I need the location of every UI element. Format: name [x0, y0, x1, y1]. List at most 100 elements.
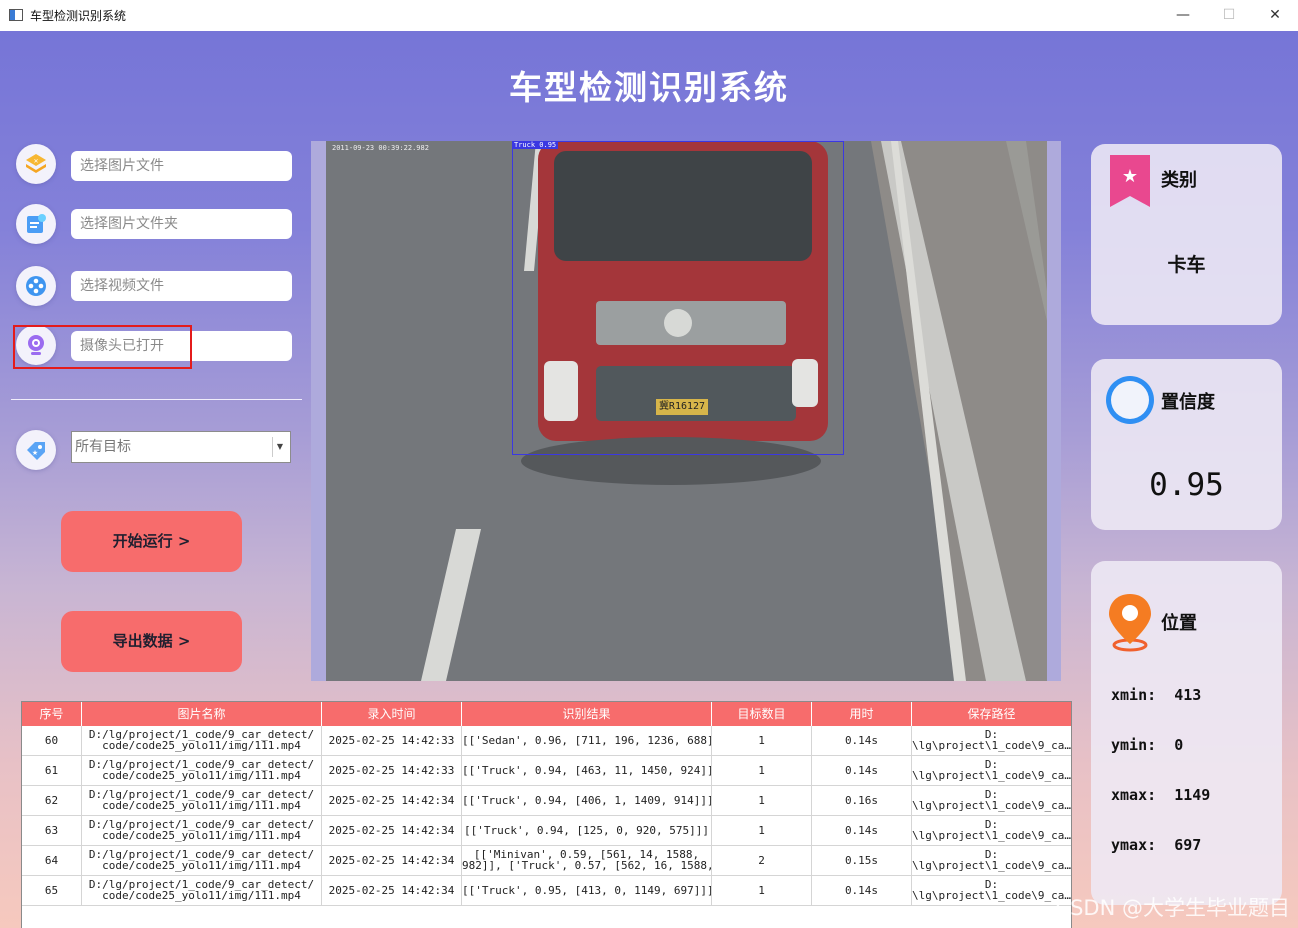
table-cell: [['Minivan', 0.59, [561, 14, 1588, 982]],…	[462, 846, 712, 875]
video-display: 2011-09-23 00:39:22.982 冀R16127 Truck 0.…	[326, 141, 1047, 681]
cell-text: [['Truck', 0.94, [125, 0, 920, 575]]]	[463, 824, 710, 837]
table-cell: 0.14s	[812, 816, 912, 845]
table-cell: 2025-02-25 14:42:33	[322, 726, 462, 755]
xmax-row: xmax: 1149	[1111, 786, 1210, 804]
target-select[interactable]: 所有目标 ▼	[71, 431, 291, 463]
table-cell: 1	[712, 726, 812, 755]
ymax-row: ymax: 697	[1111, 836, 1201, 854]
detection-label: Truck 0.95	[512, 141, 559, 149]
ymin-value: 0	[1174, 736, 1184, 754]
header-id[interactable]: 序号	[22, 702, 82, 726]
video-file-icon[interactable]	[16, 266, 56, 306]
cell-text: code/code25_yolo11/img/111.mp4	[102, 739, 301, 752]
watermark: CSDN @大学生毕业题目	[1055, 896, 1290, 920]
export-button[interactable]: 导出数据 >	[61, 611, 242, 672]
cell-text: [['Truck', 0.95, [413, 0, 1149, 697]]]	[462, 884, 712, 897]
cell-text: \lg\project\1_code\9_ca…	[912, 889, 1071, 902]
image-folder-input[interactable]: 选择图片文件夹	[71, 209, 292, 239]
svg-text:★: ★	[1122, 166, 1138, 187]
minimize-button[interactable]: —	[1160, 0, 1206, 31]
table-cell: 2025-02-25 14:42:33	[322, 756, 462, 785]
table-row[interactable]: 64 D:/lg/project/1_code/9_car_detect/code…	[22, 846, 1071, 876]
cell-text: 2	[758, 854, 765, 867]
cell-text: 1	[758, 734, 765, 747]
cell-text: 0.14s	[844, 884, 879, 897]
cell-text: 62	[44, 794, 59, 807]
table-cell: 2025-02-25 14:42:34	[322, 876, 462, 905]
cell-text: 60	[44, 734, 59, 747]
table-cell: 1	[712, 816, 812, 845]
cell-text: 0.14s	[844, 734, 879, 747]
cell-text: 1	[758, 794, 765, 807]
cell-text: 0.14s	[844, 764, 879, 777]
cell-text: 0.15s	[844, 854, 879, 867]
svg-text:✕: ✕	[33, 158, 38, 165]
table-cell: D: \lg\project\1_code\9_ca…	[912, 816, 1071, 845]
table-row[interactable]: 60 D:/lg/project/1_code/9_car_detect/code…	[22, 726, 1071, 756]
table-cell: 63	[22, 816, 82, 845]
header-count[interactable]: 目标数目	[712, 702, 812, 726]
table-cell: 1	[712, 756, 812, 785]
table-cell: [['Truck', 0.94, [463, 11, 1450, 924]]]	[462, 756, 712, 785]
table-row[interactable]: 63 D:/lg/project/1_code/9_car_detect/code…	[22, 816, 1071, 846]
close-button[interactable]: ✕	[1252, 0, 1298, 31]
table-cell: 1	[712, 876, 812, 905]
cell-text: code/code25_yolo11/img/111.mp4	[102, 799, 301, 812]
xmax-label: xmax:	[1111, 786, 1157, 804]
position-card: 位置 xmin: 413 ymin: 0 xmax: 1149 ymax: 69…	[1091, 561, 1282, 905]
cell-text: code/code25_yolo11/img/111.mp4	[102, 829, 301, 842]
highlight-box	[13, 325, 192, 369]
header-name[interactable]: 图片名称	[82, 702, 322, 726]
confidence-value: 0.95	[1149, 467, 1224, 503]
table-cell: 0.14s	[812, 876, 912, 905]
table-cell: 62	[22, 786, 82, 815]
cell-text: 2025-02-25 14:42:34	[328, 884, 455, 897]
cell-text: code/code25_yolo11/img/111.mp4	[102, 889, 301, 902]
cell-text: 2025-02-25 14:42:33	[328, 734, 455, 747]
table-cell: D:/lg/project/1_code/9_car_detect/code/c…	[82, 846, 322, 875]
detection-box: Truck 0.95	[512, 141, 844, 455]
table-cell: [['Truck', 0.94, [125, 0, 920, 575]]]	[462, 816, 712, 845]
table-cell: [['Truck', 0.94, [406, 1, 1409, 914]]]	[462, 786, 712, 815]
app-window: 车型检测识别系统 — ☐ ✕ 车型检测识别系统 ✕ 选择图片文件 选择图片文件夹…	[0, 0, 1298, 928]
table-cell: 60	[22, 726, 82, 755]
table-cell: 61	[22, 756, 82, 785]
header-time[interactable]: 录入时间	[322, 702, 462, 726]
cell-text: code/code25_yolo11/img/111.mp4	[102, 769, 301, 782]
cell-text: [['Sedan', 0.96, [711, 196, 1236, 688]]]	[462, 734, 712, 747]
cell-text: \lg\project\1_code\9_ca…	[912, 829, 1071, 842]
table-cell: [['Sedan', 0.96, [711, 196, 1236, 688]]]	[462, 726, 712, 755]
table-header: 序号 图片名称 录入时间 识别结果 目标数目 用时 保存路径	[22, 702, 1071, 726]
table-row[interactable]: 61 D:/lg/project/1_code/9_car_detect/code…	[22, 756, 1071, 786]
cell-text: 982]], ['Truck', 0.57, [562, 16, 1588,…	[462, 859, 712, 872]
image-file-icon[interactable]: ✕	[16, 144, 56, 184]
start-button[interactable]: 开始运行 >	[61, 511, 242, 572]
maximize-button[interactable]: ☐	[1206, 0, 1252, 31]
svg-text:★: ★	[32, 449, 38, 457]
cell-text: [['Truck', 0.94, [406, 1, 1409, 914]]]	[462, 794, 712, 807]
cell-text: \lg\project\1_code\9_ca…	[912, 769, 1071, 782]
table-cell: 0.15s	[812, 846, 912, 875]
table-cell: 0.14s	[812, 726, 912, 755]
header-path[interactable]: 保存路径	[912, 702, 1071, 726]
video-file-input[interactable]: 选择视频文件	[71, 271, 292, 301]
table-row[interactable]: 65 D:/lg/project/1_code/9_car_detect/code…	[22, 876, 1071, 906]
results-table[interactable]: 序号 图片名称 录入时间 识别结果 目标数目 用时 保存路径 60 D:/lg/p…	[21, 701, 1072, 928]
header-result[interactable]: 识别结果	[462, 702, 712, 726]
class-value: 卡车	[1167, 254, 1206, 276]
main-panel: 车型检测识别系统 ✕ 选择图片文件 选择图片文件夹 选择视频文件 摄像头已打开 …	[0, 31, 1298, 928]
image-file-input[interactable]: 选择图片文件	[71, 151, 292, 181]
header-elapsed[interactable]: 用时	[812, 702, 912, 726]
cell-text: 2025-02-25 14:42:34	[328, 824, 455, 837]
table-cell: 2025-02-25 14:42:34	[322, 816, 462, 845]
table-cell: 0.14s	[812, 756, 912, 785]
video-frame: 2011-09-23 00:39:22.982 冀R16127 Truck 0.…	[311, 141, 1061, 681]
table-cell: 2	[712, 846, 812, 875]
chevron-down-icon[interactable]: ▼	[272, 437, 287, 457]
table-cell: 0.16s	[812, 786, 912, 815]
table-cell: 65	[22, 876, 82, 905]
table-row[interactable]: 62 D:/lg/project/1_code/9_car_detect/code…	[22, 786, 1071, 816]
image-folder-icon[interactable]	[16, 204, 56, 244]
confidence-ring-icon	[1106, 376, 1154, 424]
cell-text: 1	[758, 764, 765, 777]
